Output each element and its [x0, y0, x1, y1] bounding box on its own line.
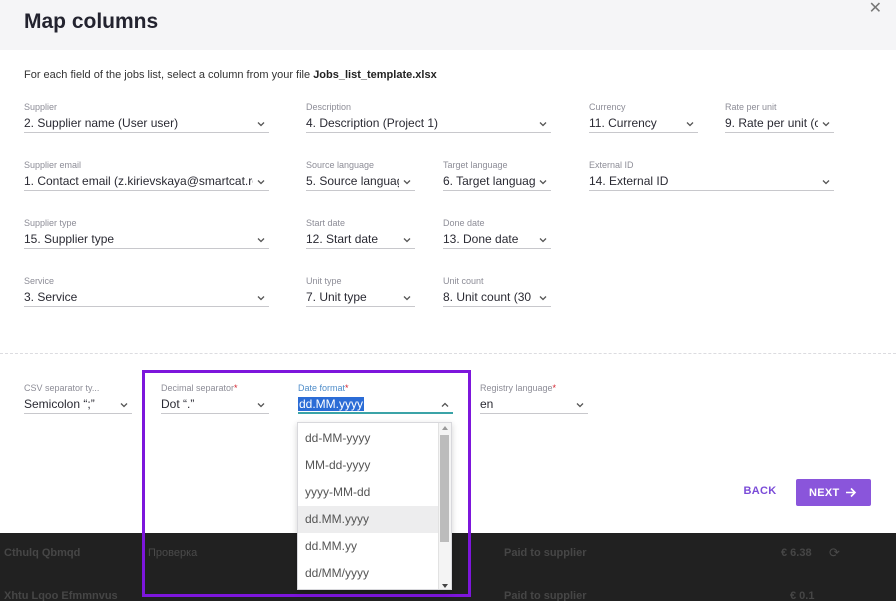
target-language-select[interactable]: Target language 6. Target language [443, 160, 551, 191]
field-label: CSV separator ty... [24, 383, 100, 393]
field-label: External ID [589, 160, 634, 170]
dropdown-option[interactable]: dd.MM.yy [298, 533, 438, 560]
field-value: 8. Unit count (30 [443, 290, 532, 304]
next-button-label: NEXT [809, 487, 840, 499]
chevron-down-icon [257, 180, 265, 185]
service-select[interactable]: Service 3. Service [24, 276, 269, 307]
field-label: Supplier email [24, 160, 82, 170]
field-value: 1. Contact email (z.kirievskaya@smartcat… [24, 174, 253, 188]
supplier-type-select[interactable]: Supplier type 15. Supplier type [24, 218, 269, 249]
chevron-down-icon [403, 238, 411, 243]
chevron-down-icon [539, 238, 547, 243]
done-date-select[interactable]: Done date 13. Done date [443, 218, 551, 249]
field-value: 12. Start date [306, 232, 379, 246]
intro-text: For each field of the jobs list, select … [24, 69, 437, 81]
chevron-down-icon [822, 180, 830, 185]
field-value: en [480, 397, 494, 411]
chevron-down-icon [686, 122, 694, 127]
chevron-down-icon [539, 122, 547, 127]
field-label: Supplier [24, 102, 58, 112]
field-value: 15. Supplier type [24, 232, 115, 246]
field-label: Unit type [306, 276, 342, 286]
dropdown-option[interactable]: dd-MM-yyyy [298, 425, 438, 452]
field-value: 2. Supplier name (User user) [24, 116, 179, 130]
field-label: Description [306, 102, 352, 112]
scroll-up-icon[interactable] [442, 426, 448, 430]
date-format-dropdown[interactable]: dd-MM-yyyy MM-dd-yyyy yyyy-MM-dd dd.MM.y… [297, 422, 452, 590]
field-label: Done date [443, 218, 485, 228]
chevron-down-icon [403, 180, 411, 185]
dropdown-option[interactable]: yyyy-MM-dd [298, 479, 438, 506]
required-mark: * [552, 383, 557, 393]
supplier-email-select[interactable]: Supplier email 1. Contact email (z.kirie… [24, 160, 269, 191]
field-value: 3. Service [24, 290, 78, 304]
currency-select[interactable]: Currency 11. Currency [589, 102, 698, 133]
field-label: Unit count [443, 276, 484, 286]
field-label: Start date [306, 218, 346, 228]
label-text: Registry language [480, 383, 553, 393]
external-id-select[interactable]: External ID 14. External ID [589, 160, 834, 191]
rate-per-unit-select[interactable]: Rate per unit 9. Rate per unit (c [725, 102, 834, 133]
section-divider [0, 353, 896, 354]
field-label: Service [24, 276, 55, 286]
chevron-down-icon [822, 122, 830, 127]
source-language-select[interactable]: Source language 5. Source language [306, 160, 415, 191]
file-name: Jobs_list_template.xlsx [313, 69, 437, 81]
close-icon[interactable]: ✕ [869, 1, 882, 17]
scrollbar-thumb[interactable] [440, 435, 449, 542]
field-label: Target language [443, 160, 508, 170]
next-button[interactable]: NEXT [796, 479, 871, 506]
dropdown-scrollbar[interactable] [438, 423, 451, 589]
field-value: 9. Rate per unit (c [725, 116, 818, 130]
field-value: Semicolon “;” [24, 397, 95, 411]
dropdown-option[interactable]: dd/MM/yyyy [298, 560, 438, 587]
field-value: 7. Unit type [306, 290, 367, 304]
scroll-down-icon[interactable] [442, 584, 448, 588]
csv-separator-select[interactable]: CSV separator ty... Semicolon “;” [24, 383, 132, 414]
supplier-select[interactable]: Supplier 2. Supplier name (User user) [24, 102, 269, 133]
field-label: Source language [306, 160, 375, 170]
modal-title: Map columns [24, 10, 159, 33]
row-name: Xhtu Lqoo Efmmnvus [4, 590, 118, 601]
field-value: 14. External ID [589, 174, 669, 188]
row-status: Paid to supplier [504, 590, 587, 601]
field-value: 11. Currency [589, 116, 657, 130]
field-label: Supplier type [24, 218, 77, 228]
unit-type-select[interactable]: Unit type 7. Unit type [306, 276, 415, 307]
field-value: 5. Source language [306, 174, 399, 188]
row-name: Cthulq Qbmqd [4, 547, 81, 559]
start-date-select[interactable]: Start date 12. Start date [306, 218, 415, 249]
field-value: 4. Description (Project 1) [306, 116, 439, 130]
arrow-right-icon [846, 487, 857, 498]
field-label: Currency [589, 102, 626, 112]
chevron-down-icon [257, 296, 265, 301]
chevron-down-icon [120, 403, 128, 408]
chevron-down-icon [257, 122, 265, 127]
field-value: 13. Done date [443, 232, 519, 246]
row-amount: € 0.1 [790, 590, 815, 601]
modal-header: Map columns [0, 0, 896, 50]
dropdown-option[interactable]: MM-dd-yyyy [298, 452, 438, 479]
chevron-down-icon [576, 403, 584, 408]
refresh-icon: ⟳ [829, 545, 840, 560]
chevron-down-icon [539, 180, 547, 185]
row-amount: € 6.38 [781, 547, 812, 559]
chevron-down-icon [539, 296, 547, 301]
dropdown-option-selected[interactable]: dd.MM.yyyy [298, 506, 438, 533]
field-label: Registry language* [480, 383, 588, 394]
chevron-down-icon [257, 238, 265, 243]
field-value: 6. Target language [443, 174, 535, 188]
row-status: Paid to supplier [504, 547, 587, 559]
registry-language-select[interactable]: Registry language* en [480, 383, 588, 414]
description-select[interactable]: Description 4. Description (Project 1) [306, 102, 551, 133]
unit-count-select[interactable]: Unit count 8. Unit count (30 [443, 276, 551, 307]
intro-sentence: For each field of the jobs list, select … [24, 69, 314, 81]
back-button[interactable]: BACK [736, 485, 784, 501]
chevron-down-icon [403, 296, 411, 301]
field-label: Rate per unit [725, 102, 777, 112]
